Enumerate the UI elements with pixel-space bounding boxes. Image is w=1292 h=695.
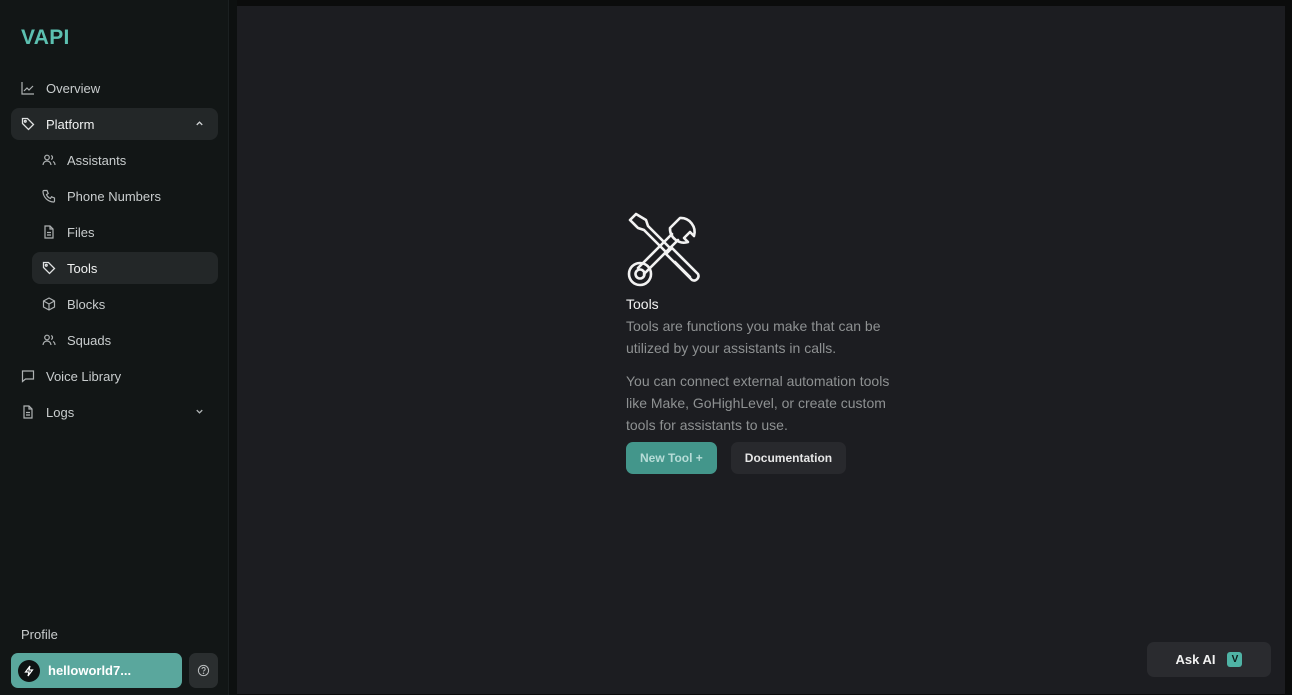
help-circle-icon <box>197 664 210 677</box>
username: helloworld7... <box>48 663 132 678</box>
empty-state-actions: New Tool + Documentation <box>626 442 926 474</box>
sidebar-item-label: Assistants <box>67 152 127 168</box>
sidebar-item-overview[interactable]: Overview <box>11 72 218 104</box>
tools-icon <box>627 212 700 287</box>
sidebar-item-label: Tools <box>67 260 98 276</box>
chevron-down-icon[interactable] <box>194 406 205 417</box>
right-edge <box>1285 0 1292 695</box>
file-icon <box>21 405 35 419</box>
sidebar-item-files[interactable]: Files <box>32 216 218 248</box>
new-tool-button[interactable]: New Tool + <box>626 442 717 474</box>
phone-icon <box>42 189 56 203</box>
empty-state-title: Tools <box>626 296 659 312</box>
ask-ai-label: Ask AI <box>1175 652 1216 667</box>
empty-state-description-secondary: You can connect external automation tool… <box>626 373 890 433</box>
app-window: VAPI Overview Platform Assistants Phone … <box>0 0 1292 695</box>
sidebar-item-tools[interactable]: Tools <box>32 252 218 284</box>
chevron-up-icon[interactable] <box>194 118 205 129</box>
sidebar-item-platform[interactable]: Platform <box>11 108 218 140</box>
sidebar-item-label: Files <box>67 224 95 240</box>
brand-logo[interactable]: VAPI <box>21 26 70 50</box>
documentation-button[interactable]: Documentation <box>730 442 847 474</box>
ask-ai-button[interactable]: Ask AI V <box>1147 642 1271 677</box>
empty-state-description: Tools are functions you make that can be… <box>626 318 881 356</box>
message-square-icon <box>21 369 35 383</box>
sidebar-item-logs[interactable]: Logs <box>11 396 218 428</box>
sidebar-item-assistants[interactable]: Assistants <box>32 144 218 176</box>
profile-label: Profile <box>21 627 58 642</box>
sidebar-item-label: Logs <box>46 404 75 420</box>
sidebar-item-blocks[interactable]: Blocks <box>32 288 218 320</box>
sidebar-item-phone-numbers[interactable]: Phone Numbers <box>32 180 218 212</box>
sidebar: VAPI Overview Platform Assistants Phone … <box>0 0 229 695</box>
help-button[interactable] <box>189 653 218 688</box>
tag-icon <box>42 261 56 275</box>
empty-state: Tools Tools are functions you make that … <box>626 212 926 474</box>
sidebar-item-label: Blocks <box>67 296 106 312</box>
sidebar-item-label: Squads <box>67 332 112 348</box>
users-icon <box>42 333 56 347</box>
cube-icon <box>42 297 56 311</box>
lightning-bolt-icon <box>18 659 40 682</box>
sidebar-divider <box>229 0 237 695</box>
sidebar-item-label: Platform <box>46 116 95 132</box>
sidebar-item-voice-library[interactable]: Voice Library <box>11 360 218 392</box>
sidebar-item-label: Overview <box>46 80 101 96</box>
vapi-badge-icon: V <box>1227 652 1243 667</box>
file-icon <box>42 225 56 239</box>
sidebar-item-squads[interactable]: Squads <box>32 324 218 356</box>
sidebar-item-label: Phone Numbers <box>67 188 161 204</box>
sidebar-item-label: Voice Library <box>46 368 122 384</box>
profile-button[interactable]: helloworld7... <box>11 653 182 688</box>
tag-icon <box>21 117 35 131</box>
chart-line-icon <box>21 81 35 95</box>
main-content: Tools Tools are functions you make that … <box>237 6 1285 694</box>
users-icon <box>42 153 56 167</box>
